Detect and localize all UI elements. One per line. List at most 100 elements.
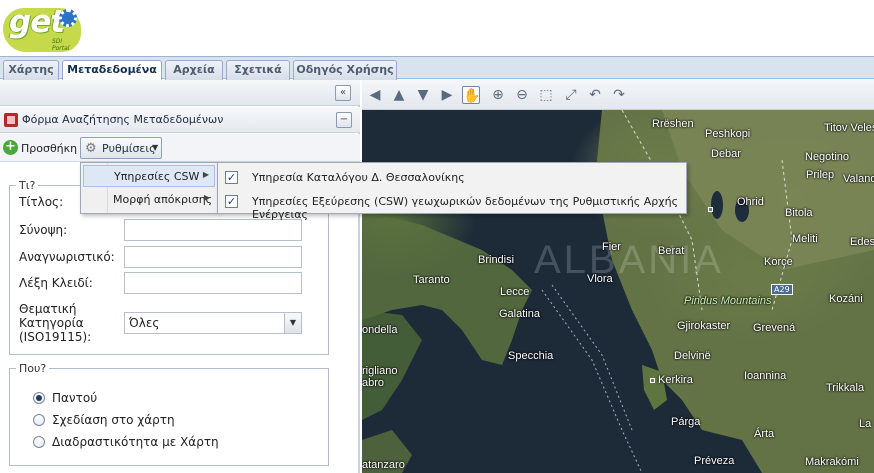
map-label: Ioannina bbox=[744, 370, 787, 382]
chevron-down-icon[interactable]: ▼ bbox=[284, 313, 301, 333]
road-sign: A29 bbox=[771, 284, 793, 295]
menu-item-thessaloniki-catalogue[interactable]: ✓ Υπηρεσία Καταλόγου Δ. Θεσσαλονίκης bbox=[220, 167, 684, 189]
metadata-panel: « Φόρμα Αναζήτησης Μεταδεδομένων − + Προ… bbox=[0, 80, 360, 473]
town-marker bbox=[708, 207, 713, 212]
app-header: get SDI Portal bbox=[0, 0, 874, 56]
submenu-arrow-icon: ▶ bbox=[202, 170, 209, 179]
checkbox-checked-icon[interactable]: ✓ bbox=[225, 171, 238, 184]
pan-left-icon[interactable]: ◀ bbox=[366, 86, 384, 104]
map-label: Kozáni bbox=[829, 293, 863, 305]
main-tab-bar: Χάρτης Μεταδεδομένα Αρχεία Σχετικά Οδηγό… bbox=[0, 56, 874, 81]
collapse-panel-button[interactable]: « bbox=[335, 85, 351, 101]
radio-map-interaction-label[interactable]: Διαδραστικότητα με Χάρτη bbox=[52, 435, 219, 449]
settings-menu: Υπηρεσίες CSW ▶ Μορφή απόκρισης ▶ bbox=[80, 162, 218, 214]
category-select[interactable]: Όλες ▼ bbox=[124, 312, 302, 334]
map-label: ondella bbox=[362, 324, 398, 336]
tab-user-guide[interactable]: Οδηγός Χρήσης bbox=[293, 60, 397, 80]
map-label: Préveza bbox=[694, 455, 735, 467]
map-label: Prilep bbox=[806, 169, 835, 181]
map-label: Pindus Mountains bbox=[684, 295, 772, 307]
menu-item-csw-services[interactable]: Υπηρεσίες CSW ▶ bbox=[83, 165, 215, 187]
map-toolbar: ◀ ▲ ▼ ▶ ✋ ⊕ ⊖ ⬚ ⤢ ↶ ↷ bbox=[362, 80, 874, 110]
thessaloniki-catalogue-label: Υπηρεσία Καταλόγου Δ. Θεσσαλονίκης bbox=[252, 171, 465, 184]
form-toolbar: + Προσθήκη ⚙ Ρυθμίσεις ▼ bbox=[0, 134, 360, 162]
map-label: Makrakómi bbox=[805, 456, 859, 468]
map-label: Árta bbox=[754, 428, 775, 440]
tab-metadata[interactable]: Μεταδεδομένα bbox=[62, 60, 162, 81]
map-label: Trikkala bbox=[826, 382, 865, 394]
where-legend: Που? bbox=[19, 362, 47, 375]
what-legend: Τι? bbox=[19, 179, 36, 192]
map-label: Bitola bbox=[785, 207, 813, 219]
tab-files[interactable]: Αρχεία bbox=[165, 60, 223, 80]
map-label: abro bbox=[362, 377, 385, 389]
pan-down-icon[interactable]: ▼ bbox=[414, 86, 432, 104]
map-label: Specchia bbox=[508, 350, 554, 362]
previous-extent-icon[interactable]: ↶ bbox=[586, 86, 604, 104]
menu-item-response-format[interactable]: Μορφή απόκρισης ▶ bbox=[83, 189, 215, 211]
search-form-title: Φόρμα Αναζήτησης Μεταδεδομένων bbox=[22, 113, 224, 126]
radio-draw-on-map-label[interactable]: Σχεδίαση στο χάρτη bbox=[52, 413, 175, 427]
map-label: atanzaro bbox=[362, 459, 405, 471]
submenu-arrow-icon: ▶ bbox=[203, 193, 210, 202]
map-label: Taranto bbox=[413, 274, 450, 286]
identifier-input[interactable] bbox=[124, 246, 302, 268]
radio-draw-on-map[interactable] bbox=[33, 414, 45, 426]
map-label: Negotino bbox=[805, 151, 850, 163]
pan-right-icon[interactable]: ▶ bbox=[438, 86, 456, 104]
map-label: Valand bbox=[843, 173, 874, 185]
radio-everywhere-label[interactable]: Παντού bbox=[52, 391, 97, 405]
title-label: Τίτλος: bbox=[19, 195, 64, 209]
tab-map[interactable]: Χάρτης bbox=[3, 60, 59, 80]
map-label: Galatina bbox=[499, 308, 540, 320]
radio-everywhere[interactable] bbox=[33, 392, 45, 404]
country-watermark: ALBANIA bbox=[534, 238, 724, 282]
add-button-label[interactable]: Προσθήκη bbox=[21, 142, 77, 155]
add-icon[interactable]: + bbox=[3, 140, 18, 155]
pan-hand-icon[interactable]: ✋ bbox=[462, 86, 480, 104]
category-select-value: Όλες bbox=[129, 316, 160, 330]
zoom-box-icon[interactable]: ⬚ bbox=[537, 86, 555, 104]
chevron-down-icon: ▼ bbox=[152, 143, 159, 152]
map-label: Kerkira bbox=[658, 374, 693, 386]
identifier-label: Αναγνωριστικό: bbox=[19, 250, 115, 264]
map-label: rigliano bbox=[362, 365, 398, 377]
keyword-label: Λέξη Κλειδί: bbox=[19, 276, 93, 290]
minimize-form-button[interactable]: − bbox=[336, 112, 352, 128]
csw-services-submenu: ✓ Υπηρεσία Καταλόγου Δ. Θεσσαλονίκης ✓ Υ… bbox=[217, 162, 687, 221]
map-label: Vlora bbox=[587, 273, 613, 285]
town-marker bbox=[650, 378, 655, 383]
zoom-in-icon[interactable]: ⊕ bbox=[489, 86, 507, 104]
form-icon bbox=[4, 113, 18, 127]
zoom-extent-icon[interactable]: ⤢ bbox=[562, 86, 580, 104]
tab-about[interactable]: Σχετικά bbox=[226, 60, 290, 80]
pan-up-icon[interactable]: ▲ bbox=[390, 86, 408, 104]
logo-gear-icon bbox=[59, 9, 77, 27]
menu-item-csw-services-label: Υπηρεσίες CSW bbox=[114, 170, 200, 183]
category-label: Θεματική Κατηγορία (ISO19115): bbox=[19, 302, 92, 344]
radio-map-interaction[interactable] bbox=[33, 436, 45, 448]
get-logo[interactable]: get SDI Portal bbox=[3, 2, 81, 52]
logo-subtitle: SDI Portal bbox=[52, 38, 70, 52]
map-label: Berat bbox=[658, 245, 685, 257]
map-label: Debar bbox=[711, 148, 741, 160]
rae-csw-label: Υπηρεσίες Εξεύρεσης (CSW) γεωχωρικών δεδ… bbox=[252, 195, 679, 221]
map-label: Rrëshen bbox=[652, 118, 694, 130]
map-label: Brindisi bbox=[478, 254, 515, 266]
map-label: La bbox=[859, 418, 872, 430]
panel-collapse-strip: « bbox=[0, 80, 360, 106]
settings-button-label: Ρυθμίσεις bbox=[102, 142, 156, 155]
next-extent-icon[interactable]: ↷ bbox=[610, 86, 628, 104]
menu-item-rae-csw[interactable]: ✓ Υπηρεσίες Εξεύρεσης (CSW) γεωχωρικών δ… bbox=[220, 191, 684, 221]
keyword-input[interactable] bbox=[124, 272, 302, 294]
abstract-input[interactable] bbox=[124, 219, 302, 241]
map-label: Gjirokaster bbox=[677, 320, 731, 332]
map-label: Delvinë bbox=[674, 350, 711, 362]
logo-wordmark: get bbox=[9, 4, 65, 40]
checkbox-checked-icon[interactable]: ✓ bbox=[225, 195, 238, 208]
search-form-header: Φόρμα Αναζήτησης Μεταδεδομένων − bbox=[0, 107, 360, 133]
settings-button[interactable]: ⚙ Ρυθμίσεις ▼ bbox=[80, 137, 162, 159]
zoom-out-icon[interactable]: ⊖ bbox=[513, 86, 531, 104]
map-label: Edess bbox=[850, 236, 874, 248]
map-label: Peshkopi bbox=[705, 128, 751, 140]
